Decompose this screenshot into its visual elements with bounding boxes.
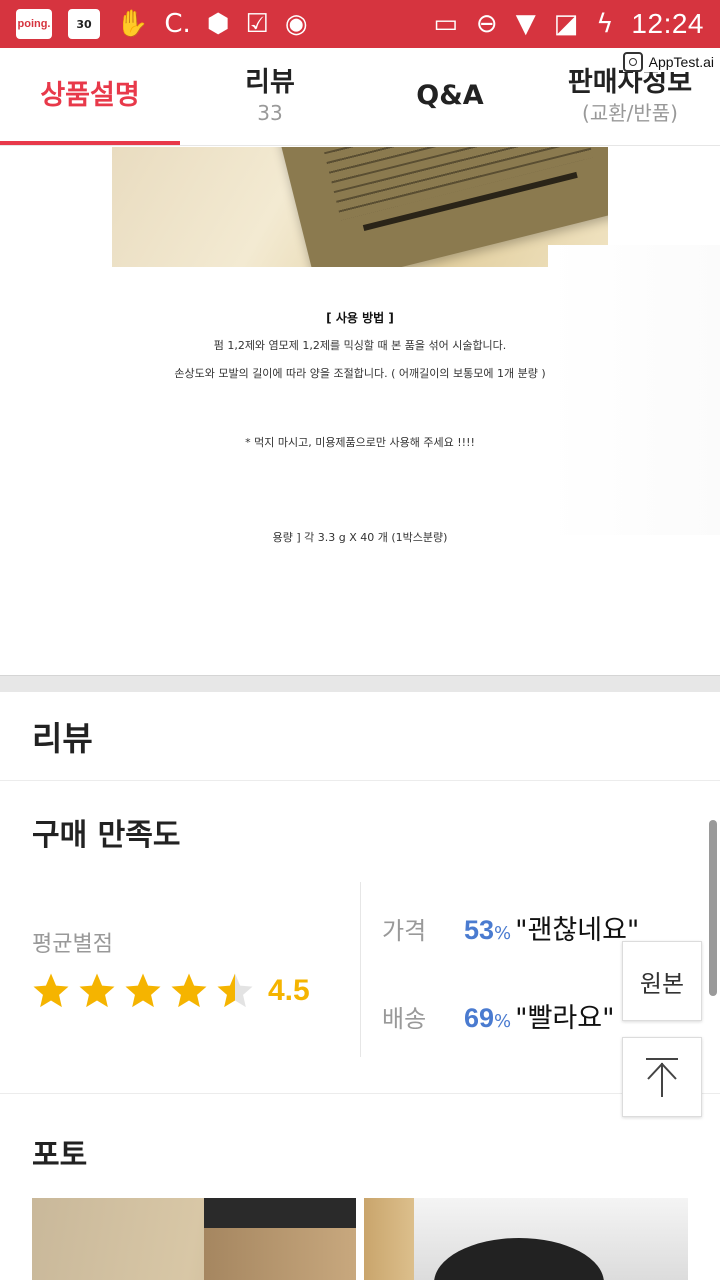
review-count: 33 (257, 101, 283, 126)
clock: 12:24 (631, 8, 704, 39)
divider (0, 780, 720, 781)
section-separator (0, 675, 720, 692)
wifi-icon: ▼ (515, 9, 536, 39)
volume-info: 용량 ] 각 3.3 g X 40 개 (1박스분량) (272, 531, 448, 544)
stat-label: 가격 (382, 917, 427, 945)
usage-heading: [ 사용 방법 ] (326, 311, 394, 325)
record-icon: ◉ (284, 9, 308, 39)
stat-comment: "빨라요" (515, 1003, 615, 1034)
product-photo (112, 147, 608, 267)
product-description-image: [ 사용 방법 ] 펌 1,2제와 염모제 1,2제를 믹싱할 때 본 품을 섞… (0, 147, 720, 675)
status-bar: poing. 30 ✋ C. ⬢ ☑ ◉ ▭ ⊖ ▼ ◪ ϟ 12:24 (0, 0, 720, 48)
app-icon: ⬢ (206, 9, 230, 39)
percent-sign: % (494, 923, 512, 944)
tab-label: Q&A (416, 79, 484, 111)
no-sim-icon: ◪ (553, 9, 579, 39)
review-section-title: 리뷰 (32, 719, 93, 758)
tab-label: 상품설명 (40, 79, 140, 111)
battery-charging-icon: ϟ (596, 9, 614, 39)
camera-icon (622, 52, 643, 72)
average-rating-label: 평균별점 (32, 932, 113, 957)
review-photo-thumbnail[interactable] (364, 1198, 688, 1280)
star-rating: 4.5 (30, 970, 310, 1012)
tab-label: 리뷰 (245, 66, 295, 98)
price-satisfaction: 가격 53 % "괜찮네요" (382, 908, 639, 947)
usage-line-2: 손상도와 모발의 길이에 따라 양을 조절합니다. ( 어깨길이의 보통모에 1… (174, 367, 546, 380)
tab-product-description[interactable]: 상품설명 (0, 48, 180, 144)
delivery-satisfaction: 배송 69 % "빨라요" (382, 996, 615, 1035)
star-full-icon (79, 973, 115, 1008)
usage-line-1: 펌 1,2제와 염모제 1,2제를 믹싱할 때 본 품을 섞어 시술합니다. (213, 339, 507, 352)
percent-sign: % (494, 1011, 512, 1032)
stat-comment: "괜찮네요" (515, 915, 640, 946)
star-full-icon (33, 973, 69, 1008)
c-icon: C. (164, 9, 191, 39)
usage-warning: * 먹지 마시고, 미용제품으로만 사용해 주세요 !!!! (245, 436, 475, 449)
tab-review[interactable]: 리뷰 33 (180, 48, 360, 144)
scrollbar[interactable] (709, 820, 717, 996)
original-view-label: 원본 (639, 969, 685, 998)
product-tab-bar: 상품설명 리뷰 33 Q&A 판매자정보 (교환/반품) AppTest.ai (0, 48, 720, 146)
star-half-icon (217, 973, 253, 1008)
star-full-icon (171, 973, 207, 1008)
satisfaction-title: 구매 만족도 (32, 818, 181, 853)
cast-icon: ▭ (433, 9, 458, 39)
apptest-overlay: AppTest.ai (622, 52, 714, 72)
hand-icon: ✋ (116, 9, 149, 39)
tab-sublabel: (교환/반품) (582, 101, 678, 126)
stat-label: 배송 (382, 1005, 427, 1033)
stat-percent: 69 (464, 1003, 495, 1033)
vertical-divider (360, 882, 361, 1057)
do-not-disturb-icon: ⊖ (475, 9, 498, 39)
average-rating-value: 4.5 (268, 974, 310, 1007)
stat-percent: 53 (464, 915, 495, 945)
active-tab-indicator (0, 141, 180, 145)
apptest-label: AppTest.ai (648, 54, 714, 70)
arrow-up-icon (646, 1058, 678, 1097)
original-view-button[interactable]: 원본 (622, 941, 702, 1021)
review-photo-thumbnail[interactable] (32, 1198, 356, 1280)
divider (0, 1093, 720, 1094)
star-full-icon (125, 973, 161, 1008)
poing-app-icon: poing. (16, 9, 52, 39)
photo-section-title: 포토 (32, 1138, 88, 1173)
calendar-icon: 30 (68, 9, 100, 39)
check-icon: ☑ (245, 9, 269, 39)
tab-qna[interactable]: Q&A (360, 48, 540, 144)
scroll-to-top-button[interactable] (622, 1037, 702, 1117)
